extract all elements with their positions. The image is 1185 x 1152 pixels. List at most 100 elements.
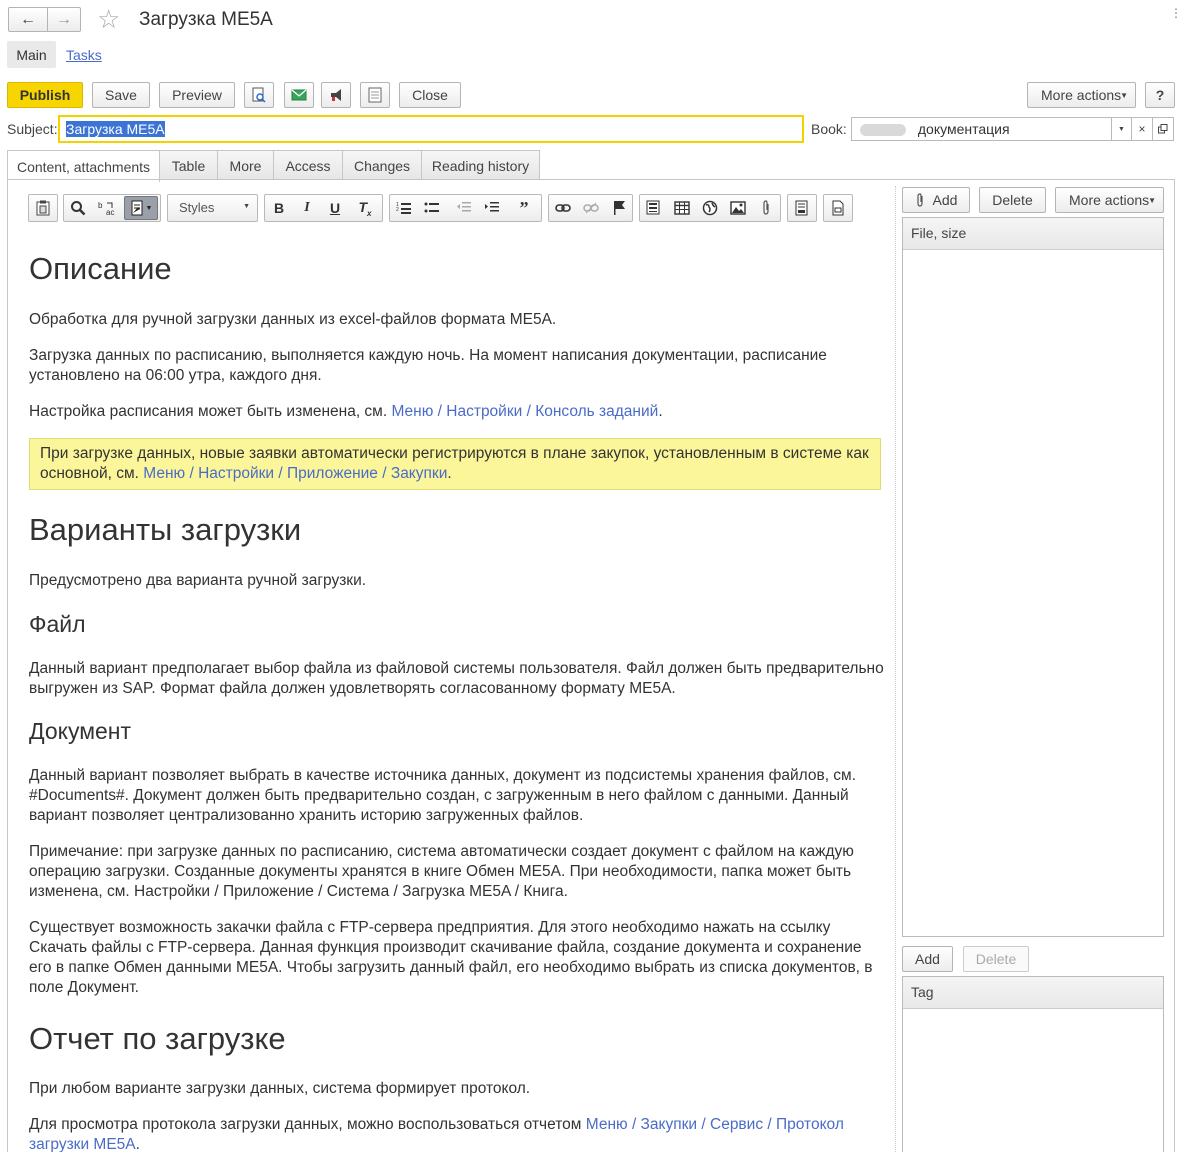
- find-document-button[interactable]: [244, 82, 274, 108]
- dropdown-arrow-icon: ▼: [1120, 90, 1128, 100]
- book-field[interactable]: документация: [851, 117, 1112, 141]
- tag-delete-button[interactable]: Delete: [963, 946, 1029, 972]
- tab-content-label: Content, attachments: [16, 158, 151, 175]
- insert-table-button[interactable]: [670, 196, 694, 220]
- insert-web-button[interactable]: [698, 196, 722, 220]
- anchor-button[interactable]: [607, 196, 631, 220]
- html-group: [823, 194, 853, 222]
- template-icon: [646, 200, 660, 215]
- styles-dropdown[interactable]: Styles ▼: [167, 194, 258, 222]
- find-button[interactable]: [66, 196, 90, 220]
- tab-more[interactable]: More: [217, 150, 274, 180]
- indent-button[interactable]: [480, 196, 504, 220]
- numbered-list-button[interactable]: 12: [392, 196, 416, 220]
- more-icon[interactable]: ⋮: [1170, 6, 1182, 20]
- paragraph-5: Данный вариант предполагает выбор файла …: [29, 660, 884, 697]
- back-button[interactable]: ←: [8, 7, 48, 32]
- tab-access[interactable]: Access: [273, 150, 343, 180]
- close-button[interactable]: Close: [399, 82, 461, 108]
- close-icon: ×: [1138, 122, 1146, 136]
- attachment-delete-button[interactable]: Delete: [979, 187, 1046, 213]
- forward-button[interactable]: →: [47, 7, 81, 32]
- arrow-left-icon: ←: [20, 10, 36, 28]
- send-email-button[interactable]: [284, 82, 314, 108]
- source-button[interactable]: [826, 196, 850, 220]
- attachment-more-actions-button[interactable]: More actions ▼: [1055, 187, 1164, 213]
- heading-variants: Варианты загрузки: [29, 512, 302, 547]
- replace-button[interactable]: b ac: [94, 196, 118, 220]
- tab-reading-history[interactable]: Reading history: [421, 150, 540, 180]
- subject-input[interactable]: Загрузка ME5A: [58, 115, 804, 143]
- tab-changes[interactable]: Changes: [342, 150, 422, 180]
- table-icon: [674, 201, 690, 215]
- subject-label: Subject:: [7, 121, 58, 137]
- paragraph-6: Данный вариант позволяет выбрать в качес…: [29, 767, 857, 824]
- schedule-console-link[interactable]: Меню / Настройки / Консоль заданий: [391, 403, 658, 420]
- outdent-button[interactable]: [452, 196, 476, 220]
- book-dropdown-button[interactable]: ▼: [1111, 117, 1132, 141]
- tag-add-label: Add: [915, 951, 940, 967]
- numbered-list-icon: 12: [396, 202, 411, 214]
- tab-main[interactable]: Main: [7, 41, 56, 68]
- link-button[interactable]: [551, 196, 575, 220]
- link-group: [548, 194, 633, 222]
- book-clear-button[interactable]: ×: [1131, 117, 1153, 141]
- indent-icon: [485, 202, 499, 212]
- attachments-table[interactable]: File, size: [902, 217, 1164, 937]
- publish-button[interactable]: Publish: [7, 82, 83, 108]
- save-button[interactable]: Save: [92, 82, 150, 108]
- star-icon[interactable]: ☆: [97, 5, 120, 33]
- underline-button[interactable]: U: [323, 196, 347, 220]
- image-icon: [730, 201, 746, 215]
- blockquote-button[interactable]: ”: [512, 196, 536, 220]
- clipboard-icon: [36, 200, 50, 216]
- insert-template-button[interactable]: [642, 196, 666, 220]
- paragraph-3-end: .: [658, 403, 663, 420]
- paragraph-9: При любом варианте загрузки данных, сист…: [29, 1080, 531, 1097]
- tab-content-attachments[interactable]: Content, attachments: [7, 150, 160, 182]
- bold-button[interactable]: B: [267, 196, 291, 220]
- document-button[interactable]: [360, 82, 390, 108]
- remove-format-button[interactable]: Tx: [353, 196, 377, 220]
- attach-file-button[interactable]: [754, 196, 778, 220]
- book-open-button[interactable]: [1152, 117, 1174, 141]
- tab-tasks[interactable]: Tasks: [66, 47, 102, 63]
- tags-table[interactable]: Tag: [902, 976, 1164, 1152]
- quote-icon: ”: [519, 197, 529, 218]
- text-format-group: B I U Tx: [264, 194, 383, 222]
- insert-image-button[interactable]: [726, 196, 750, 220]
- paperclip-icon: [916, 193, 923, 207]
- tag-add-button[interactable]: Add: [902, 946, 953, 972]
- unlink-button[interactable]: [579, 196, 603, 220]
- format-painter-button[interactable]: ▼: [124, 196, 158, 220]
- publish-label: Publish: [19, 87, 71, 103]
- paragraph-3-text: Настройка расписания может быть изменена…: [29, 403, 392, 420]
- chevron-down-icon: ▼: [1118, 125, 1125, 133]
- tab-table[interactable]: Table: [159, 150, 218, 180]
- attachment-add-button[interactable]: Add: [902, 187, 970, 213]
- open-window-icon: [1158, 124, 1168, 134]
- page-icon: [795, 200, 808, 216]
- panel-splitter[interactable]: [895, 186, 896, 1152]
- dropdown-arrow-icon: ▼: [1148, 195, 1156, 205]
- paragraph-4: Предусмотрено два варианта ручной загруз…: [29, 572, 367, 589]
- italic-button[interactable]: I: [295, 196, 319, 220]
- paragraph-1: Обработка для ручной загрузки данных из …: [29, 311, 557, 328]
- unlink-icon: [583, 202, 599, 214]
- bullet-list-button[interactable]: [420, 196, 444, 220]
- attachments-column-header[interactable]: File, size: [903, 218, 1163, 250]
- insert-group: [639, 194, 781, 222]
- more-actions-button[interactable]: More actions ▼: [1027, 82, 1136, 108]
- help-button[interactable]: ?: [1145, 82, 1175, 108]
- preview-button[interactable]: Preview: [159, 82, 235, 108]
- close-label: Close: [412, 87, 448, 103]
- paragraph-10: Для просмотра протокола загрузки данных,…: [29, 1115, 884, 1152]
- paste-button[interactable]: [31, 196, 55, 220]
- tags-column-header[interactable]: Tag: [903, 977, 1163, 1009]
- preview-label: Preview: [172, 87, 222, 103]
- search-icon: [71, 201, 86, 216]
- purchases-settings-link[interactable]: Меню / Настройки / Приложение / Закупки: [143, 465, 447, 482]
- fullscreen-button[interactable]: [790, 196, 814, 220]
- announce-button[interactable]: [321, 82, 351, 108]
- styles-label: Styles: [179, 200, 215, 215]
